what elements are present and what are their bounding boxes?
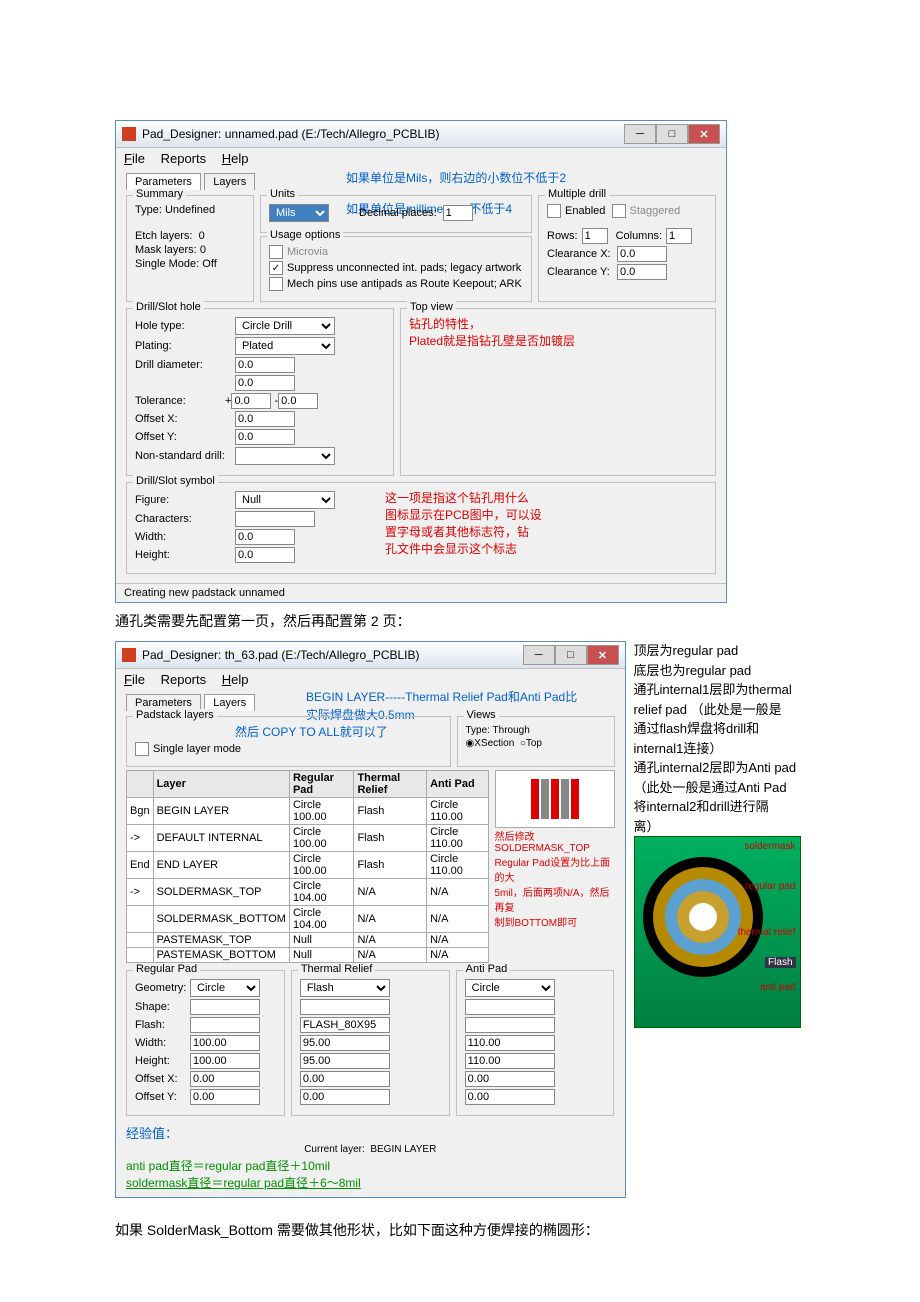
enabled-check[interactable] bbox=[547, 204, 561, 218]
mech-check[interactable] bbox=[269, 277, 283, 291]
fieldset-summary: Summary Type: Undefined Etch layers: 0 M… bbox=[126, 195, 254, 302]
table-row: PASTEMASK_BOTTOMNullN/AN/A bbox=[127, 948, 489, 963]
microvia-check bbox=[269, 245, 283, 259]
menu-reports[interactable]: Reports bbox=[161, 672, 207, 687]
fieldset-usage: Usage options Microvia ✓Suppress unconne… bbox=[260, 236, 532, 302]
minimize-button[interactable]: ─ bbox=[523, 645, 555, 665]
annotation: 钻孔的特性， bbox=[409, 315, 707, 332]
table-row: BgnBEGIN LAYERCircle 100.00FlashCircle 1… bbox=[127, 798, 489, 825]
close-button[interactable]: ✕ bbox=[587, 645, 619, 665]
fieldset-antipad: Anti Pad Circle bbox=[456, 970, 615, 1116]
menubar: File Reports Help bbox=[116, 148, 726, 169]
body-text: 通孔类需要先配置第一页，然后再配置第 2 页： bbox=[115, 611, 805, 631]
char-input[interactable] bbox=[235, 511, 315, 527]
decimal-input[interactable] bbox=[443, 205, 473, 221]
nsd-select[interactable] bbox=[235, 447, 335, 465]
table-row: ->DEFAULT INTERNALCircle 100.00FlashCirc… bbox=[127, 825, 489, 852]
window-pad-designer-2: Pad_Designer: th_63.pad (E:/Tech/Allegro… bbox=[115, 641, 626, 1198]
statusbar: Creating new padstack unnamed bbox=[116, 583, 726, 602]
body-text: 如果 SolderMask_Bottom 需要做其他形状，比如下面这种方便焊接的… bbox=[115, 1220, 805, 1240]
tab-layers[interactable]: Layers bbox=[204, 173, 255, 190]
annotation: 这一项是指这个钻孔用什么 图标显示在PCB图中，可以设 置字母或者其他标志符，钻… bbox=[385, 489, 542, 565]
menu-reports[interactable]: Reports bbox=[161, 151, 207, 166]
menu-help[interactable]: Help bbox=[222, 672, 249, 687]
layers-table: LayerRegular PadThermal ReliefAnti Pad B… bbox=[126, 770, 489, 963]
fieldset-units: Units Mils Decimal places: bbox=[260, 195, 532, 233]
app-icon bbox=[122, 648, 136, 662]
window-title: Pad_Designer: unnamed.pad (E:/Tech/Alleg… bbox=[142, 127, 440, 141]
fieldset-padstack-layers: Padstack layers 然后 COPY TO ALL就可以了 Singl… bbox=[126, 716, 451, 767]
single-layer-check[interactable] bbox=[135, 742, 149, 756]
app-icon bbox=[122, 127, 136, 141]
fieldset-drillhole: Drill/Slot hole Hole type:Circle Drill P… bbox=[126, 308, 394, 476]
fieldset-multidrill: Multiple drill Enabled Staggered Rows:Co… bbox=[538, 195, 716, 302]
table-row: EndEND LAYERCircle 100.00FlashCircle 110… bbox=[127, 852, 489, 879]
figure-select[interactable]: Null bbox=[235, 491, 335, 509]
menu-help[interactable]: Help bbox=[222, 151, 249, 166]
fieldset-thermal: Thermal Relief Flash bbox=[291, 970, 450, 1116]
window-title: Pad_Designer: th_63.pad (E:/Tech/Allegro… bbox=[142, 648, 420, 662]
suppress-check[interactable]: ✓ bbox=[269, 261, 283, 275]
units-select[interactable]: Mils bbox=[269, 204, 329, 222]
fieldset-views: Views Type: Through ◉ XSection ○ Top bbox=[457, 716, 615, 767]
close-button[interactable]: ✕ bbox=[688, 124, 720, 144]
maximize-button[interactable]: □ bbox=[555, 645, 587, 665]
annotation: 如果单位是Mils，则右边的小数位不低于2 bbox=[346, 169, 566, 186]
fieldset-regular-pad: Regular Pad Geometry:Circle Shape: Flash… bbox=[126, 970, 285, 1116]
table-row: PASTEMASK_TOPNullN/AN/A bbox=[127, 933, 489, 948]
menu-file[interactable]: File bbox=[124, 151, 145, 166]
plating-select[interactable]: Plated bbox=[235, 337, 335, 355]
minimize-button[interactable]: ─ bbox=[624, 124, 656, 144]
side-notes: 顶层为regular pad底层也为regular pad通孔internal1… bbox=[634, 641, 806, 836]
holetype-select[interactable]: Circle Drill bbox=[235, 317, 335, 335]
window-pad-designer-1: Pad_Designer: unnamed.pad (E:/Tech/Alleg… bbox=[115, 120, 727, 603]
legend: Summary bbox=[133, 188, 186, 200]
menu-file[interactable]: File bbox=[124, 672, 145, 687]
table-row: ->SOLDERMASK_TOPCircle 104.00N/AN/A bbox=[127, 879, 489, 906]
fieldset-drillsymbol: Drill/Slot symbol Figure:Null Characters… bbox=[126, 482, 716, 574]
fieldset-topview: Top view 钻孔的特性， Plated就是指钻孔壁是否加镀层 bbox=[400, 308, 716, 476]
titlebar: Pad_Designer: unnamed.pad (E:/Tech/Alleg… bbox=[116, 121, 726, 148]
pad-diagram: soldermask regular pad thermal relief Fl… bbox=[634, 836, 801, 1028]
xsection-view bbox=[495, 770, 615, 828]
maximize-button[interactable]: □ bbox=[656, 124, 688, 144]
table-row: SOLDERMASK_BOTTOMCircle 104.00N/AN/A bbox=[127, 906, 489, 933]
annotation: Plated就是指钻孔壁是否加镀层 bbox=[409, 332, 707, 349]
